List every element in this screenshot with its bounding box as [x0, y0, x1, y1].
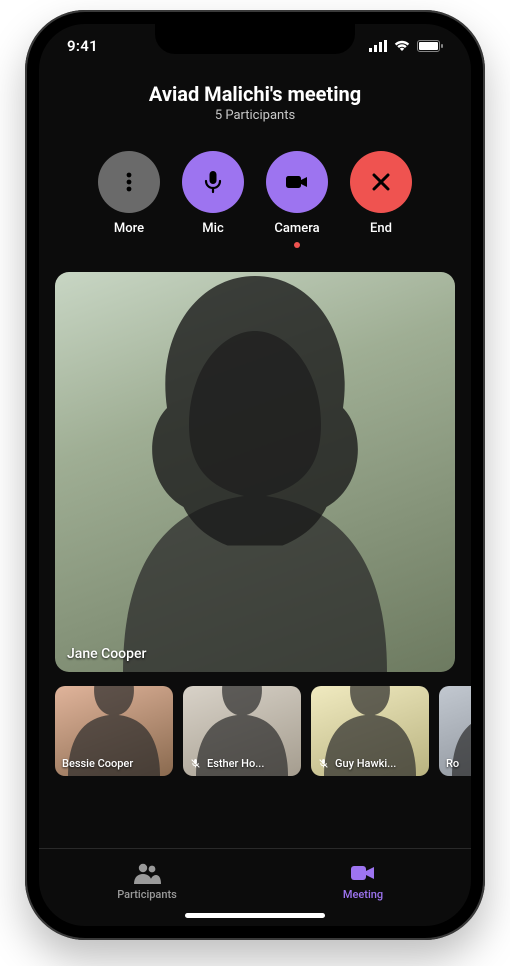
mic-icon — [199, 168, 227, 196]
mic-muted-icon — [190, 758, 201, 769]
participants-icon — [133, 862, 161, 884]
more-icon — [116, 169, 142, 195]
camera-button[interactable] — [266, 151, 328, 213]
nav-participants-label: Participants — [117, 888, 177, 901]
control-more: More — [98, 151, 160, 248]
meeting-header: Aviad Malichi's meeting 5 Participants — [39, 68, 471, 129]
control-mic: Mic — [182, 151, 244, 248]
control-camera: Camera — [266, 151, 328, 248]
phone-frame: 9:41 Aviad Malichi's meeting 5 Participa… — [25, 10, 485, 940]
battery-icon — [417, 40, 443, 52]
thumb-3[interactable]: Guy Hawki... — [311, 686, 429, 776]
controls-row: More Mic Camera End — [39, 129, 471, 262]
mic-muted-icon — [318, 758, 329, 769]
camera-icon — [282, 168, 312, 196]
thumb-2-name: Esther Ho... — [190, 757, 264, 770]
thumb-3-name: Guy Hawki... — [318, 757, 396, 770]
nav-meeting-label: Meeting — [343, 888, 383, 901]
more-button[interactable] — [98, 151, 160, 213]
nav-participants[interactable]: Participants — [39, 849, 255, 914]
control-end: End — [350, 151, 412, 248]
end-label: End — [370, 221, 392, 236]
close-icon — [368, 169, 394, 195]
nav-meeting[interactable]: Meeting — [255, 849, 471, 914]
cellular-icon — [369, 40, 387, 52]
thumb-4-name: Ro — [446, 757, 459, 770]
camera-recording-indicator — [294, 242, 300, 248]
main-participant-name: Jane Cooper — [67, 646, 146, 662]
thumb-2[interactable]: Esther Ho... — [183, 686, 301, 776]
status-right — [369, 40, 443, 52]
status-time: 9:41 — [67, 37, 98, 55]
more-label: More — [114, 221, 144, 236]
screen: 9:41 Aviad Malichi's meeting 5 Participa… — [39, 24, 471, 926]
mic-label: Mic — [202, 221, 223, 236]
mic-button[interactable] — [182, 151, 244, 213]
main-video-tile[interactable]: Jane Cooper — [55, 272, 455, 672]
home-indicator[interactable] — [185, 913, 325, 918]
meeting-title: Aviad Malichi's meeting — [49, 82, 461, 106]
meeting-subtitle: 5 Participants — [49, 108, 461, 123]
thumb-1-name: Bessie Cooper — [62, 757, 133, 770]
thumbnail-row[interactable]: Bessie Cooper Esther Ho... Guy Hawki... — [39, 672, 471, 786]
person-placeholder — [55, 272, 455, 672]
camera-icon — [349, 862, 377, 884]
thumb-1[interactable]: Bessie Cooper — [55, 686, 173, 776]
thumb-4[interactable]: Ro — [439, 686, 471, 776]
end-button[interactable] — [350, 151, 412, 213]
camera-label: Camera — [274, 221, 319, 236]
notch — [155, 24, 355, 54]
wifi-icon — [393, 40, 411, 52]
